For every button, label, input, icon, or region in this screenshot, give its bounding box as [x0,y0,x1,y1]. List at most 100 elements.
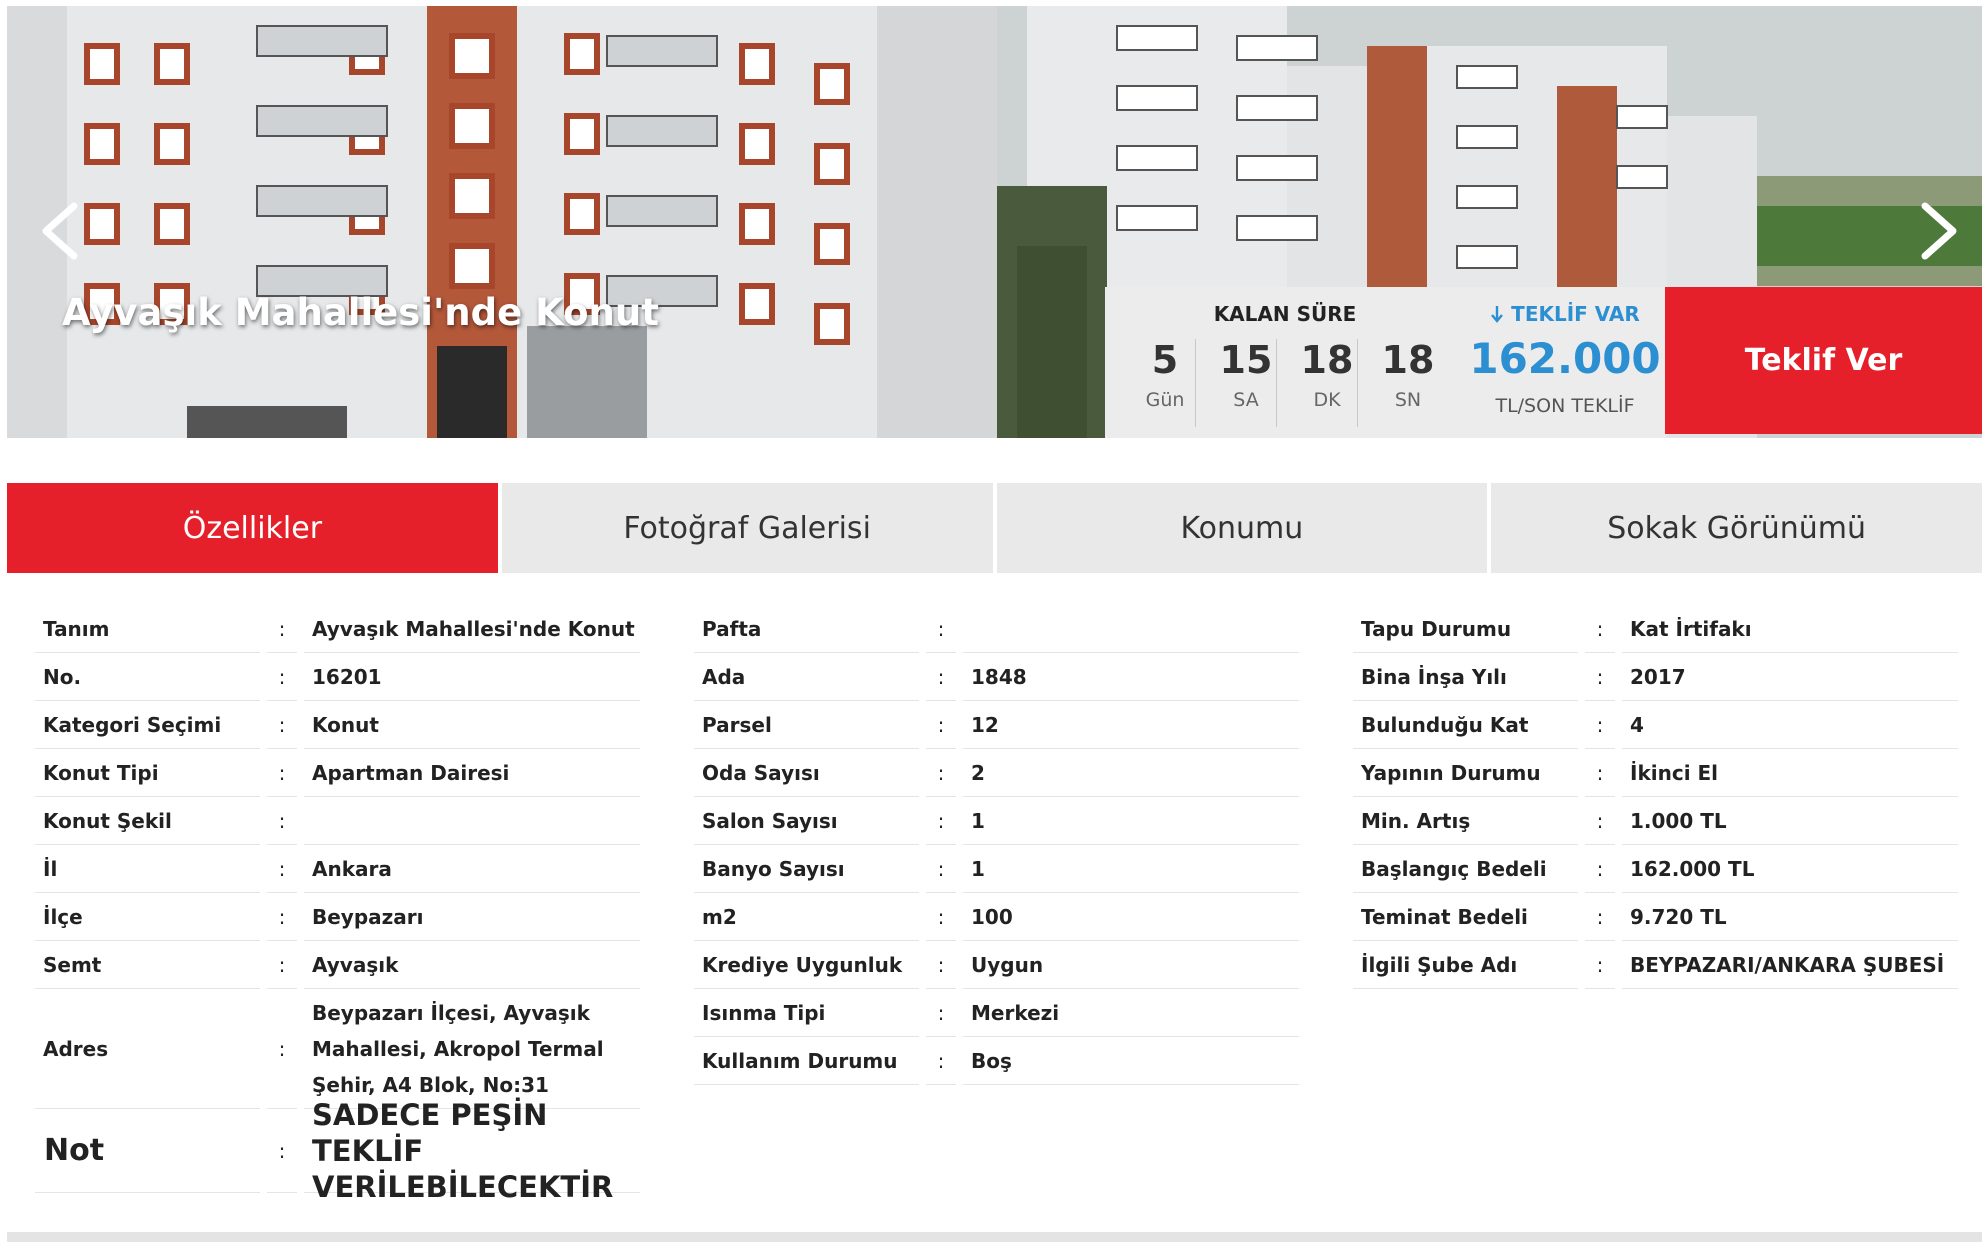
detail-key: Krediye Uygunluk [694,941,919,989]
detail-colon: : [267,797,297,845]
detail-row: Tanım: Ayvaşık Mahallesi'nde Konut [35,605,640,653]
detail-key: Tanım [35,605,260,653]
tab-street-view[interactable]: Sokak Görünümü [1491,483,1982,573]
detail-key: Min. Artış [1353,797,1578,845]
last-bid-caption: TL/SON TEKLİF [1495,395,1635,417]
detail-row: İlçe: Beypazarı [35,893,640,941]
detail-key: Parsel [694,701,919,749]
detail-colon: : [926,989,956,1037]
detail-row: Tapu Durumu: Kat İrtifakı [1353,605,1958,653]
detail-key: Pafta [694,605,919,653]
detail-colon: : [1585,845,1615,893]
detail-key: Not [35,1109,260,1193]
listing-title: Ayvaşık Mahallesi'nde Konut [62,291,659,334]
detail-tabs: Özellikler Fotoğraf Galerisi Konumu Soka… [7,483,1982,573]
chevron-right-icon [1921,202,1957,260]
detail-colon: : [267,749,297,797]
detail-value: 4 [1622,701,1958,749]
details-column-3: Tapu Durumu: Kat İrtifakı Bina İnşa Yılı:… [1353,605,1958,989]
detail-key: Adres [35,989,260,1109]
detail-value [963,605,1299,653]
detail-value: 1 [963,797,1299,845]
detail-key: Teminat Bedeli [1353,893,1578,941]
countdown-days: 5 Gün [1145,338,1185,411]
detail-row: No.:16201 [35,653,640,701]
property-photo [7,6,997,438]
detail-colon: : [267,989,297,1109]
remaining-time-label: KALAN SÜRE [1213,302,1357,326]
detail-colon: : [926,845,956,893]
detail-colon: : [267,893,297,941]
detail-colon: : [267,941,297,989]
carousel-next-button[interactable] [1907,196,1967,266]
detail-colon: : [926,605,956,653]
countdown-seconds: 18 SN [1381,338,1435,411]
detail-colon: : [1585,797,1615,845]
detail-row: Yapının Durumu: İkinci El [1353,749,1958,797]
detail-row: Isınma Tipi: Merkezi [694,989,1299,1037]
countdown-divider [1357,339,1358,427]
detail-value: Kat İrtifakı [1622,605,1958,653]
detail-row: Ada:1848 [694,653,1299,701]
detail-row: İlgili Şube Adı: BEYPAZARI/ANKARA ŞUBESİ [1353,941,1958,989]
detail-row: Pafta: [694,605,1299,653]
detail-value: SADECE PEŞİN TEKLİF VERİLEBİLECEKTİR [304,1098,640,1204]
detail-value: Uygun [963,941,1299,989]
detail-colon: : [1585,605,1615,653]
detail-row: Konut Tipi: Apartman Dairesi [35,749,640,797]
tab-photo-gallery[interactable]: Fotoğraf Galerisi [501,483,993,573]
detail-key: İl [35,845,260,893]
detail-colon: : [267,701,297,749]
detail-value: 2 [963,749,1299,797]
countdown-divider [1276,339,1277,427]
detail-value: BEYPAZARI/ANKARA ŞUBESİ [1622,941,1958,989]
detail-key: İlçe [35,893,260,941]
detail-row: Teminat Bedeli:9.720 TL [1353,893,1958,941]
detail-row: Bina İnşa Yılı:2017 [1353,653,1958,701]
bid-status-label: TEKLİF VAR [1511,302,1640,326]
detail-colon: : [1585,893,1615,941]
detail-row-address: Adres: Beypazarı İlçesi, Ayvaşık Mahalles… [35,989,640,1109]
detail-key: Konut Tipi [35,749,260,797]
detail-key: Salon Sayısı [694,797,919,845]
detail-value: 1.000 TL [1622,797,1958,845]
detail-row: Başlangıç Bedeli:162.000 TL [1353,845,1958,893]
tab-features[interactable]: Özellikler [7,483,498,573]
detail-colon: : [926,941,956,989]
countdown-divider [1195,339,1196,427]
detail-value: 2017 [1622,653,1958,701]
detail-row-note: Not: SADECE PEŞİN TEKLİF VERİLEBİLECEKTİR [35,1098,640,1204]
bid-status: TEKLİF VAR [1465,302,1665,326]
detail-value: 12 [963,701,1299,749]
detail-key: Tapu Durumu [1353,605,1578,653]
chevron-left-icon [42,202,78,260]
detail-colon: : [926,1037,956,1085]
detail-row: Kategori Seçimi: Konut [35,701,640,749]
detail-key: Kategori Seçimi [35,701,260,749]
detail-key: Ada [694,653,919,701]
detail-colon: : [926,797,956,845]
auction-panel: KALAN SÜRE 5 Gün 15 SA 18 DK 18 SN TEKLİ… [1105,287,1665,438]
detail-key: Yapının Durumu [1353,749,1578,797]
detail-row: Kullanım Durumu: Boş [694,1037,1299,1085]
detail-key: Isınma Tipi [694,989,919,1037]
detail-row: Salon Sayısı:1 [694,797,1299,845]
detail-key: Başlangıç Bedeli [1353,845,1578,893]
detail-value: 16201 [304,653,640,701]
detail-colon: : [926,701,956,749]
detail-row: Oda Sayısı:2 [694,749,1299,797]
details-column-2: Pafta: Ada:1848 Parsel:12 Oda Sayısı:2 S… [694,605,1299,1085]
carousel-prev-button[interactable] [32,196,92,266]
detail-row: Konut Şekil: [35,797,640,845]
detail-key: İlgili Şube Adı [1353,941,1578,989]
detail-row: İl: Ankara [35,845,640,893]
place-bid-button[interactable]: Teklif Ver [1665,287,1982,434]
detail-key: Oda Sayısı [694,749,919,797]
detail-value: 1848 [963,653,1299,701]
detail-value: Beypazarı [304,893,640,941]
detail-row: m2:100 [694,893,1299,941]
tab-location[interactable]: Konumu [996,483,1488,573]
detail-colon: : [926,893,956,941]
detail-value: Merkezi [963,989,1299,1037]
countdown-minutes: 18 DK [1300,338,1354,411]
